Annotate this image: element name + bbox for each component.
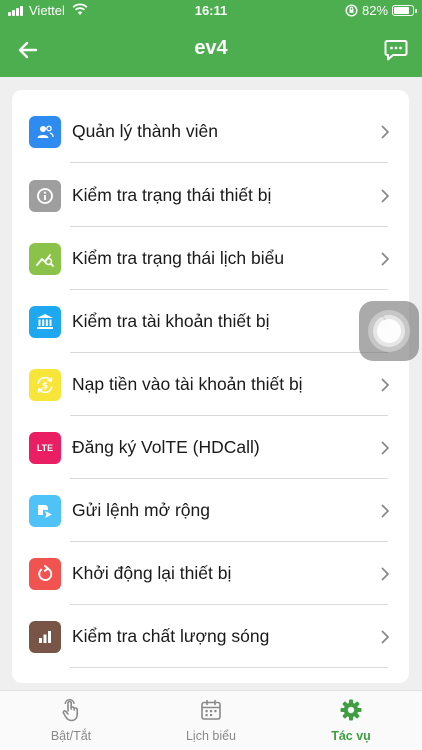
lte-icon-text: LTE [36,442,54,453]
app-header: ev4 [0,22,422,77]
menu-item-device-status[interactable]: Kiểm tra trạng thái thiết bị [12,164,409,227]
menu-item-label: Khởi động lại thiết bị [72,563,232,583]
menu-item-device-account[interactable]: Kiểm tra tài khoản thiết bị [12,290,409,353]
tab-label: Lịch biểu [185,729,237,743]
chevron-right-icon [379,251,391,267]
menu-item-manage-members[interactable]: Quản lý thành viên [12,100,409,163]
touch-hand-icon [1,697,141,723]
chat-bubble-icon [384,40,408,61]
chevron-right-icon [379,440,391,456]
divider [70,162,388,163]
chevron-right-icon [379,566,391,582]
chevron-right-icon [379,503,391,519]
menu-item-label: Quản lý thành viên [72,121,218,141]
lte-icon: LTE [29,431,61,464]
menu-item-signal-quality[interactable]: Kiểm tra chất lượng sóng [12,605,409,668]
menu-item-top-up-account[interactable]: $ Nạp tiền vào tài khoản thiết bị [12,353,409,416]
chevron-right-icon [379,629,391,645]
menu-item-label: Kiểm tra trạng thái lịch biểu [72,248,285,268]
assistive-touch-button[interactable] [359,301,419,361]
rotation-lock-icon [345,4,358,20]
menu-item-label: Kiểm tra tài khoản thiết bị [72,311,270,331]
menu-item-label: Đăng ký VolTE (HDCall) [72,437,260,457]
battery-percent: 82% [362,3,389,18]
tab-label: Tác vụ [331,729,371,743]
chart-search-icon [29,242,61,275]
menu-item-restart-device[interactable]: Khởi động lại thiết bị [12,542,409,605]
send-extend-icon [29,494,61,527]
menu-item-send-extended-command[interactable]: Gửi lệnh mở rộng [12,479,409,542]
page-title: ev4 [194,37,228,59]
menu-item-label: Nạp tiền vào tài khoản thiết bị [72,374,303,394]
gear-icon [281,697,421,723]
status-bar: Viettel 16:11 82% [0,0,422,22]
menu-item-label: Gửi lệnh mở rộng [72,500,210,520]
clock: 16:11 [194,3,228,18]
bottom-tab-bar: Bật/Tắt Lịch biểu Tác vụ [0,690,422,750]
action-menu-card: Quản lý thành viên Kiểm tra trạng thái t… [12,90,409,683]
tab-schedule[interactable]: Lịch biểu [141,697,281,747]
tab-on-off[interactable]: Bật/Tắt [1,697,141,747]
tab-actions[interactable]: Tác vụ [281,697,421,747]
bank-icon [29,305,61,338]
chevron-right-icon [379,188,391,204]
calendar-icon [141,697,281,723]
signal-bars-icon [29,620,61,653]
svg-text:$: $ [42,381,48,391]
menu-item-schedule-status[interactable]: Kiểm tra trạng thái lịch biểu [12,227,409,290]
battery-icon [392,5,417,16]
members-icon [29,115,61,148]
chevron-right-icon [379,124,391,140]
restart-icon [29,557,61,590]
info-icon [29,179,61,212]
menu-item-label: Kiểm tra chất lượng sóng [72,626,270,646]
chevron-right-icon [379,377,391,393]
menu-item-volte-register[interactable]: LTE Đăng ký VolTE (HDCall) [12,416,409,479]
menu-item-label: Kiểm tra trạng thái thiết bị [72,185,272,205]
chat-button[interactable] [380,34,412,66]
divider [70,667,388,668]
money-refresh-icon: $ [29,368,61,401]
tab-label: Bật/Tắt [50,729,92,743]
